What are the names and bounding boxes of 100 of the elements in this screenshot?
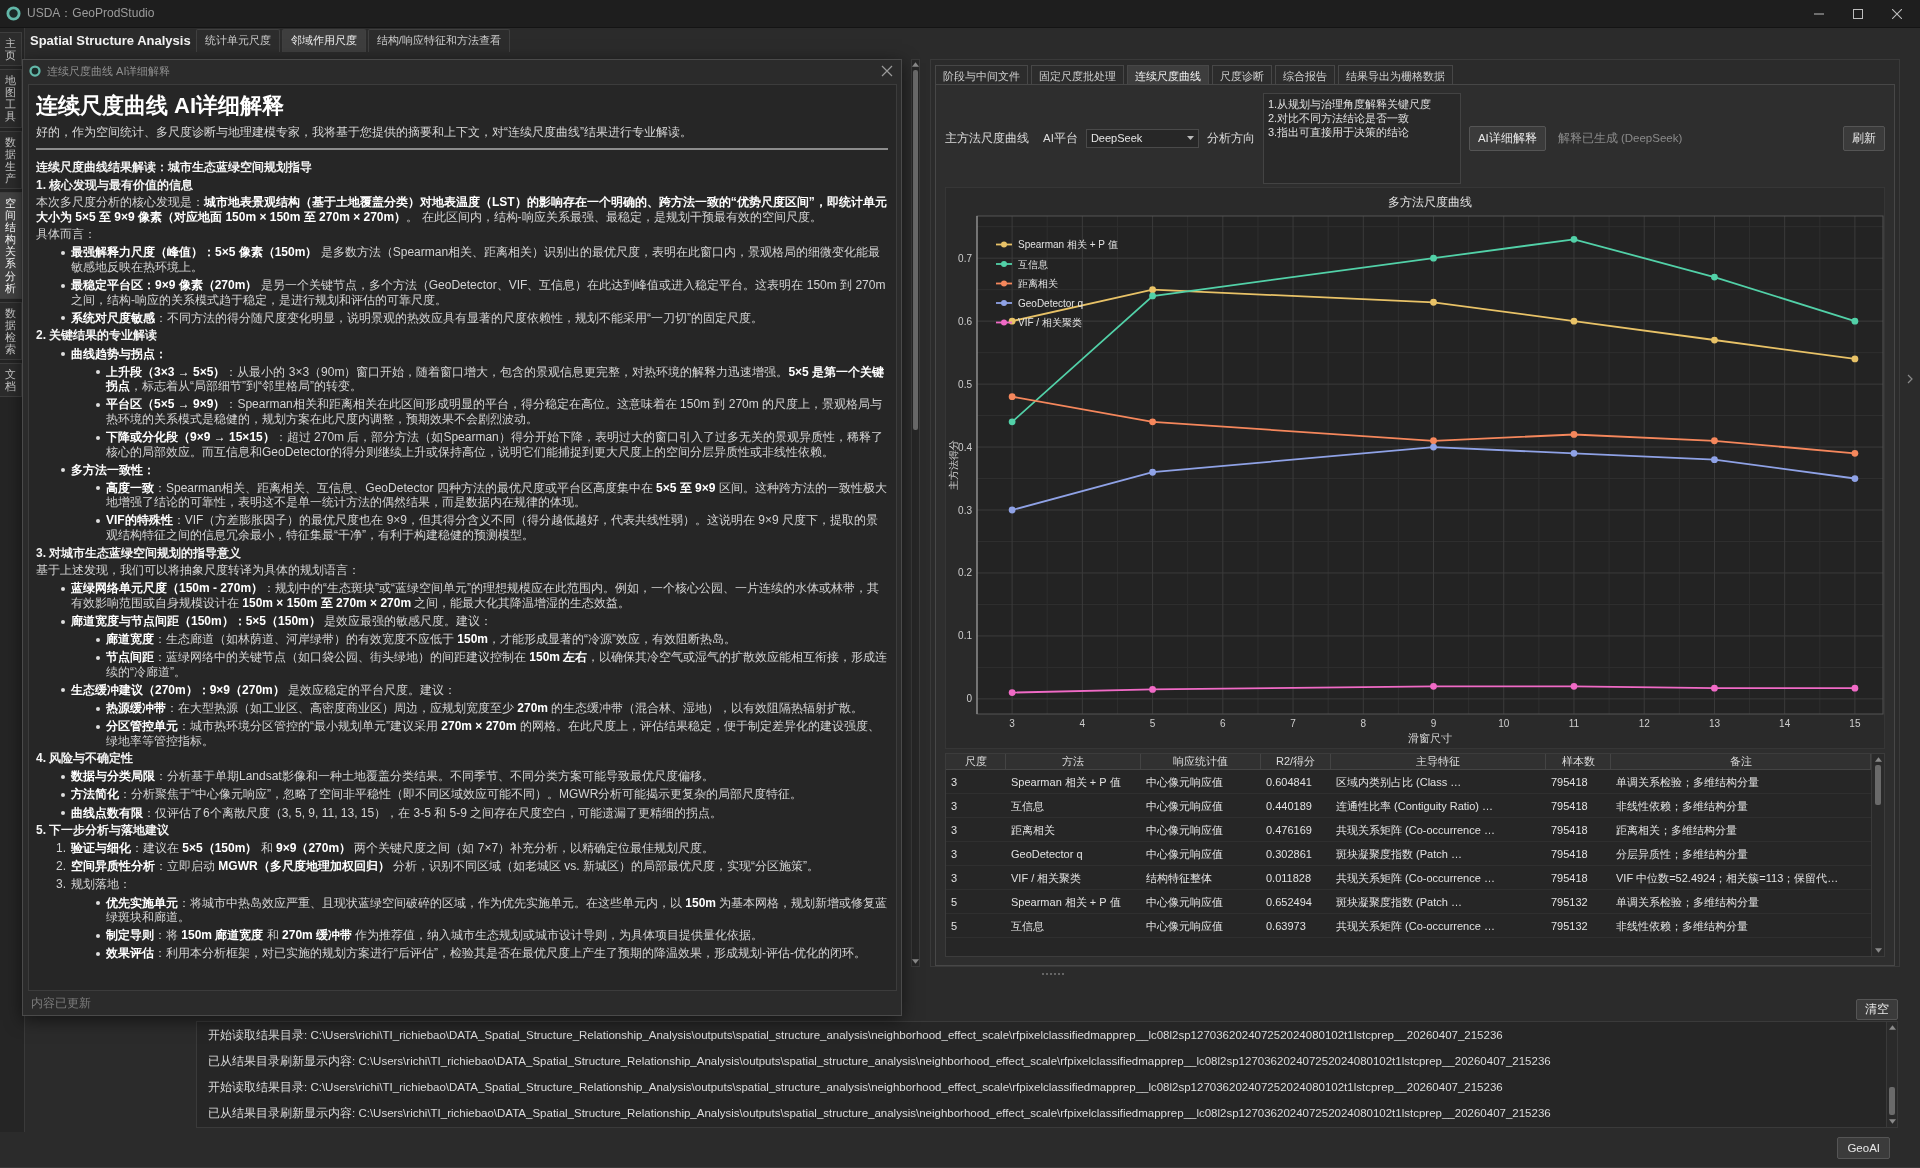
clear-button[interactable]: 清空 [1856, 999, 1898, 1020]
sidebar-tab[interactable]: 数据检索 [0, 301, 22, 361]
sidebar-tab[interactable]: 地图工具 [0, 69, 22, 128]
refresh-button[interactable]: 刷新 [1843, 125, 1885, 151]
tab[interactable]: 结构/响应特征和方法查看 [367, 29, 510, 52]
data-point [1570, 431, 1578, 438]
axis-tick-label: 14 [1779, 718, 1791, 729]
tab[interactable]: 邻域作用尺度 [281, 29, 366, 52]
scrollbar-thumb[interactable] [1875, 765, 1881, 805]
list-number: 1. [56, 841, 67, 856]
axis-tick-label: 12 [1638, 718, 1650, 729]
list-item-text: 下降或分化段（9×9 → 15×15）：超过 270m 后，部分方法（如Spearman）得分开始下降，表明过大的窗口引入了过多无关的景观异质性，稀释了核心的局部效应。而互信息和GeoDetector的得分则继续上升或保持高位，说明它们能捕捉到更大尺度上的空间分层异质性或非线性依赖。 [106, 430, 884, 460]
table-cell: 中心像元响应值 [1141, 770, 1261, 794]
tab[interactable]: 阶段与中间文件 [935, 65, 1028, 84]
splitter-handle-icon[interactable] [1041, 972, 1065, 976]
tab[interactable]: 综合报告 [1275, 65, 1335, 84]
sidebar-tab[interactable]: 数据生产 [0, 130, 22, 189]
list-item-text: 最稳定平台区：9×9 像素（270m） 是另一个关键节点，多个方法（GeoDetector、VIF、互信息）在此达到峰值或进入稳定平台。这表明在 150m 到 270m 之间，结构-响应的关系模式趋于稳定，是进行规划和评估的可靠尺度。 [71, 278, 887, 308]
table-cell: 0.652494 [1261, 890, 1331, 914]
table-cell: 单调关系检验；多维结构分量 [1611, 890, 1871, 914]
section-title: Spatial Structure Analysis [30, 33, 191, 50]
data-point [1711, 273, 1718, 281]
bullet-icon [96, 518, 100, 523]
sidebar-tab[interactable]: 主页 [0, 32, 22, 67]
data-point [1570, 317, 1578, 325]
axis-tick-label: 7 [1290, 718, 1296, 729]
section-heading: 4. 风险与不确定性 [36, 751, 135, 766]
close-icon [1891, 8, 1902, 19]
scrollbar-thumb[interactable] [1889, 1087, 1895, 1115]
direction-text-field[interactable]: 1.从规划与治理角度解释关键尺度 2.对比不同方法结论是否一致 3.指出可直接用于决策的结论 [1262, 92, 1461, 184]
column-header[interactable]: 备注 [1611, 754, 1871, 770]
chart-title: 多方法尺度曲线 [1388, 195, 1472, 209]
tab[interactable]: 连续尺度曲线 [1127, 65, 1209, 84]
table-cell: 中心像元响应值 [1141, 914, 1261, 938]
legend-label: Spearman 相关 + P 值 [1018, 239, 1118, 250]
ai-explain-button[interactable]: AI详细解释 [1468, 125, 1546, 151]
list-item-text: 生态缓冲建议（270m）：9×9（270m） 是效应稳定的平台尺度。建议： [71, 682, 458, 698]
axis-tick-label: 0 [966, 693, 972, 705]
vertical-scrollbar[interactable] [1886, 1022, 1897, 1127]
column-header[interactable]: 主导特征 [1331, 754, 1546, 770]
table-cell: 共现关系矩阵 (Co-occurrence … [1331, 818, 1546, 842]
column-header[interactable]: 尺度 [946, 754, 1006, 770]
scrollbar-thumb[interactable] [912, 70, 918, 430]
column-header[interactable]: 样本数 [1546, 754, 1611, 770]
tab[interactable]: 统计单元尺度 [195, 29, 280, 52]
paragraph: 好的，作为空间统计、多尺度诊断与地理建模专家，我将基于您提供的摘要和上下文，对“连续尺度曲线”结果进行专业解读。 [36, 125, 693, 140]
section-heading: 3. 对城市生态蓝绿空间规划的指导意义 [36, 545, 243, 561]
chevron-right-icon[interactable] [1907, 374, 1913, 384]
list-item-text: 蓝绿网络单元尺度（150m - 270m）：规划中的“生态斑块”或“蓝绿空间单元”的理想规模应在此范围内。例如，一个核心公园、一片连续的水体或林带，其有效影响范围或自身规模设计在 150m × 150m 至 270m × 270m 之间，能最大化其降温增湿的生态效益。 [71, 581, 881, 611]
tab[interactable]: 固定尺度批处理 [1031, 65, 1124, 84]
bullet-icon [96, 951, 100, 956]
list-item-text: 多方法一致性： [71, 462, 156, 478]
table-cell: 分层异质性；多维结构分量 [1611, 842, 1871, 866]
platform-label: AI平台 [1043, 130, 1078, 146]
sidebar-tab[interactable]: 文档 [0, 363, 22, 398]
table-cell: 中心像元响应值 [1141, 794, 1261, 818]
table-cell: 3 [946, 842, 1006, 866]
legend-label: 互信息 [1018, 258, 1048, 270]
list-item-text: 高度一致：Spearman相关、距离相关、互信息、GeoDetector 四种方法的最优尺度或平台区高度集中在 5×5 至 9×9 区间。这种跨方法的一致性极大地增强了结论的可靠性，表明这不是单一统计方法的偶然结果，而是数据内在规律的体现。 [106, 480, 888, 510]
data-point [1851, 317, 1859, 325]
table-cell: VIF 中位数=52.4924；相关簇=113；保留代… [1611, 866, 1871, 890]
log-line: 开始读取结果目录: C:\Users\richi\TI_richiebao\DATA_Spatial_Structure_Relationship_Analysis\outputs\spatial_structure_analysis\neighborhood_effect_scale\rfpixelclassifiedmapprep__lc08l2sp127036202407252024080102t1lstcprep__20260407_215236 [207, 1028, 1504, 1043]
table-cell: 单调关系检验；多维结构分量 [1611, 770, 1871, 794]
list-item-text: 规划落地： [71, 877, 132, 893]
window-title: USDA：GeoProdStudio [27, 5, 155, 22]
geoai-button[interactable]: GeoAI [1837, 1137, 1890, 1159]
table-cell: 3 [946, 794, 1006, 818]
list-item-text: VIF的特殊性：VIF（方差膨胀因子）的最优尺度也在 9×9，但其得分含义不同（得分越低越好，代表共线性弱）。这说明在 9×9 尺度下，提取的景观结构特征之间的信息冗余最小，特征集最“干净”，有利于构建稳健的预测模型。 [106, 513, 880, 543]
axis-tick-label: 5 [1149, 718, 1156, 729]
axis-tick-label: 0.3 [958, 504, 972, 516]
column-header[interactable]: 响应统计值 [1141, 754, 1261, 770]
legend-label: 距离相关 [1018, 278, 1058, 289]
explanation-heading: 连续尺度曲线 AI详细解释 [36, 93, 286, 119]
table-cell: 中心像元响应值 [1141, 842, 1261, 866]
table-cell: 0.604841 [1261, 770, 1331, 794]
sidebar-tab[interactable]: 空间结构关系分析 [0, 191, 22, 299]
vertical-scrollbar[interactable] [1871, 754, 1884, 956]
list-number: 2. [56, 859, 67, 874]
axis-tick-label: 10 [1498, 718, 1510, 729]
section-heading: 1. 核心发现与最有价值的信息 [36, 177, 195, 193]
arrow-down-icon [1888, 1119, 1896, 1124]
data-point [1570, 235, 1578, 243]
table-cell: 795132 [1546, 914, 1611, 938]
direction-label: 分析方向 [1206, 130, 1255, 146]
platform-dropdown[interactable]: DeepSeek [1085, 128, 1199, 148]
vertical-scrollbar[interactable] [910, 59, 920, 967]
table-cell: 斑块凝聚度指数 (Patch … [1331, 842, 1546, 866]
bullet-icon [61, 774, 65, 779]
table-cell: 共现关系矩阵 (Co-occurrence … [1331, 866, 1546, 890]
column-header[interactable]: 方法 [1006, 754, 1141, 770]
list-item-text: 热源缓冲带：在大型热源（如工业区、高密度商业区）周边，应规划宽度至少 270m 的生态缓冲带（混合林、湿地），以有效阻隔热辐射扩散。 [106, 701, 865, 716]
legend-label: GeoDetector q [1018, 297, 1084, 309]
arrow-down-icon [911, 959, 919, 964]
bullet-icon [61, 352, 65, 357]
close-icon[interactable] [881, 65, 893, 77]
tab[interactable]: 尺度诊断 [1212, 65, 1272, 84]
tab[interactable]: 结果导出为栅格数据 [1338, 65, 1453, 84]
column-header[interactable]: R2/得分 [1261, 754, 1331, 770]
table-cell: 0.63973 [1261, 914, 1331, 938]
table-cell: 795132 [1546, 890, 1611, 914]
